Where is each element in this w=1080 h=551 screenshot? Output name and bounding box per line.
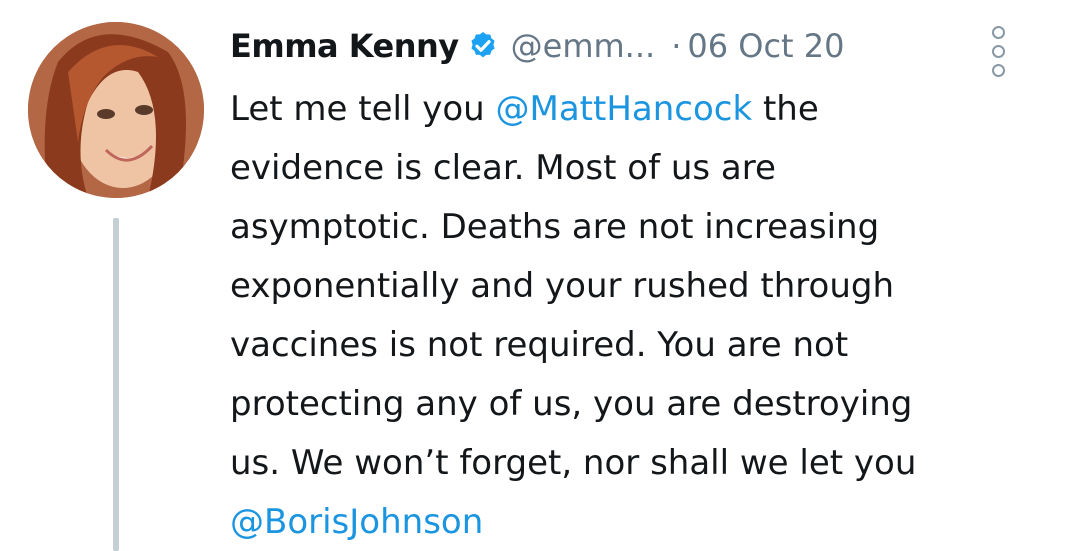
author-name[interactable]: Emma Kenny bbox=[230, 27, 459, 65]
more-options-icon[interactable] bbox=[986, 26, 1010, 78]
mention-link[interactable]: @MattHancock bbox=[495, 89, 752, 129]
avatar-column bbox=[28, 22, 204, 551]
tweet-line: vaccines is not required. You are not bbox=[230, 325, 849, 365]
tweet-date[interactable]: 06 Oct 20 bbox=[687, 27, 844, 65]
tweet-text: Let me tell you @MattHancock the evidenc… bbox=[230, 80, 1020, 551]
verified-badge-icon bbox=[467, 30, 499, 62]
tweet-line: evidence is clear. Most of us are bbox=[230, 148, 776, 188]
text-segment: Let me tell you bbox=[230, 89, 496, 129]
tweet-line: Let me tell you @MattHancock the bbox=[230, 80, 1020, 139]
tweet-line: protecting any of us, you are destroying bbox=[230, 384, 913, 424]
tweet-line: exponentially and your rushed through bbox=[230, 266, 894, 306]
tweet: Emma Kenny @emm... · 06 Oct 20 Let me te… bbox=[230, 14, 1050, 551]
tweet-header: Emma Kenny @emm... · 06 Oct 20 bbox=[230, 14, 1050, 78]
tweet-line: @BorisJohnson bbox=[230, 493, 1020, 551]
author-handle[interactable]: @emm... bbox=[511, 27, 656, 65]
avatar[interactable] bbox=[28, 22, 204, 198]
mention-link[interactable]: @BorisJohnson bbox=[230, 502, 483, 542]
text-segment: the bbox=[752, 89, 819, 129]
tweet-line: asymptotic. Deaths are not increasing bbox=[230, 207, 880, 247]
avatar-portrait bbox=[28, 22, 204, 198]
tweet-line: us. We won’t forget, nor shall we let yo… bbox=[230, 443, 917, 483]
thread-line bbox=[113, 218, 119, 551]
header-separator: · bbox=[671, 27, 682, 65]
